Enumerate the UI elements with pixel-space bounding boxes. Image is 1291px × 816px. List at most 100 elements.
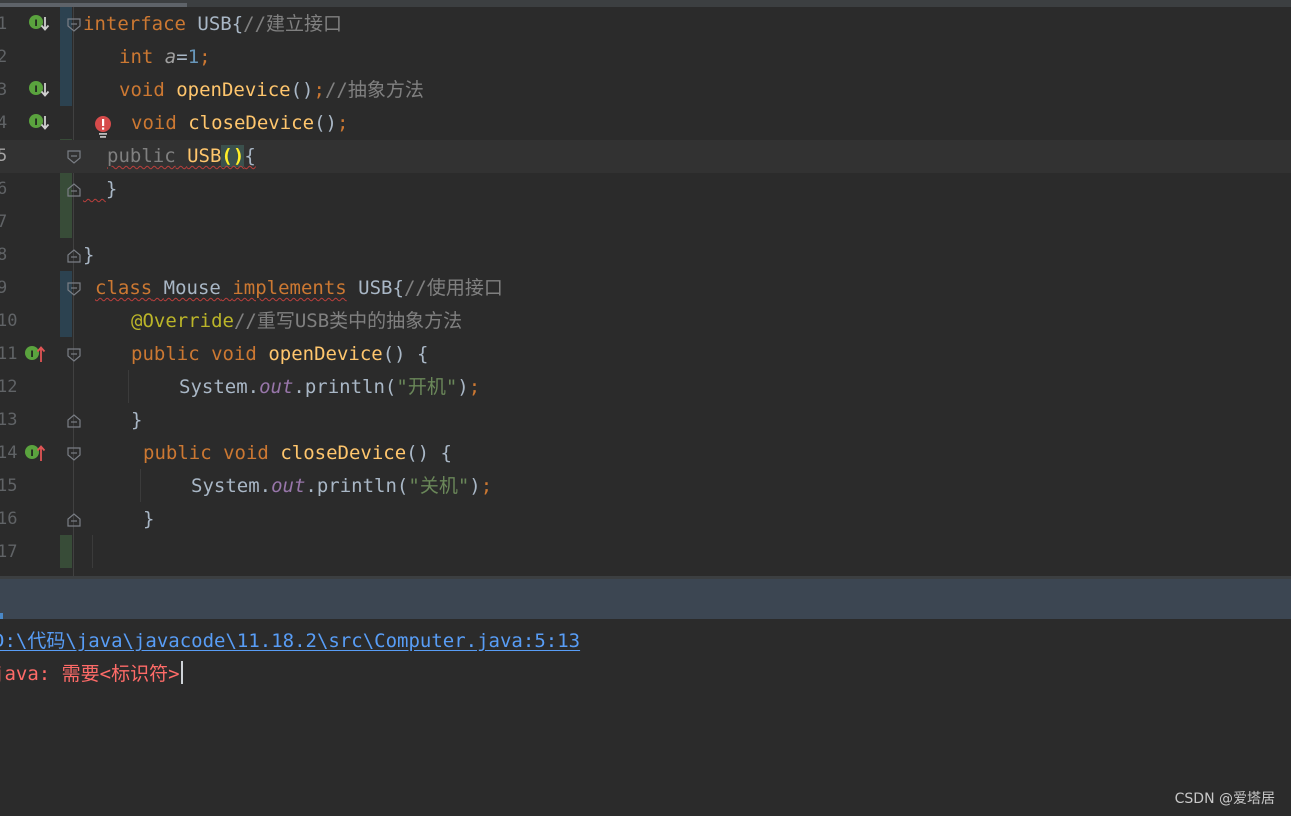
semicolon: ;: [199, 46, 211, 68]
line-number: 15: [0, 476, 18, 496]
keyword: void: [211, 343, 257, 365]
line-number: 6: [0, 179, 8, 199]
code-line[interactable]: 8 }: [0, 239, 1291, 272]
keyword: int: [119, 46, 154, 68]
comment: //重写USB类中的抽象方法: [233, 310, 463, 332]
annotation: @Override: [131, 310, 234, 332]
implementation-down-icon[interactable]: I: [28, 14, 50, 36]
line-number: 12: [0, 377, 18, 397]
code-line[interactable]: 10 @Override//重写USB类中的抽象方法: [0, 305, 1291, 338]
operator: =: [176, 46, 188, 68]
code-line[interactable]: 13 }: [0, 404, 1291, 437]
method-call: .println(: [293, 376, 397, 398]
interface-name: USB: [358, 277, 393, 299]
fold-icon[interactable]: [67, 348, 81, 362]
paren-close: ): [469, 475, 481, 497]
fold-end-icon[interactable]: [67, 249, 81, 263]
build-output-panel[interactable]: D:\代码\java\javacode\11.18.2\src\Computer…: [0, 619, 1291, 816]
implemented-up-icon[interactable]: I: [24, 442, 46, 464]
keyword: implements: [232, 277, 347, 299]
svg-text:I: I: [34, 19, 37, 29]
code-line-current[interactable]: 5 public USB(){: [0, 140, 1291, 173]
line-number: 9: [0, 278, 8, 298]
method-call: .println(: [305, 475, 409, 497]
semicolon: ;: [480, 475, 493, 497]
identifier: USB: [185, 13, 232, 35]
fold-end-icon[interactable]: [67, 513, 81, 527]
static-field: out: [259, 376, 294, 398]
code-editor[interactable]: 1 I interface USB{//建立接口 2 int a=1; 3 I …: [0, 7, 1291, 576]
fold-icon[interactable]: [67, 282, 81, 296]
line-number: 13: [0, 410, 18, 430]
line-number: 11: [0, 344, 18, 364]
semicolon: ;: [313, 79, 325, 101]
implemented-up-icon[interactable]: I: [24, 343, 46, 365]
code-line[interactable]: 1 I interface USB{//建立接口: [0, 8, 1291, 41]
line-number: 10: [0, 311, 18, 331]
fold-icon[interactable]: [67, 150, 81, 164]
parens: (): [290, 79, 314, 101]
code-line[interactable]: 2 int a=1;: [0, 41, 1291, 74]
line-number: 7: [0, 212, 8, 232]
code-line[interactable]: 7: [0, 206, 1291, 239]
parens: (): [221, 145, 245, 167]
class-name: System: [179, 376, 248, 398]
line-number: 1: [0, 14, 8, 34]
brace: {: [392, 277, 404, 299]
fold-end-icon[interactable]: [67, 183, 81, 197]
semicolon: ;: [336, 112, 349, 134]
svg-text:I: I: [30, 350, 33, 360]
comment: //抽象方法: [324, 79, 424, 101]
keyword: public: [131, 343, 200, 365]
comment: //使用接口: [403, 277, 503, 299]
fold-icon[interactable]: [67, 447, 81, 461]
parens: (): [314, 112, 337, 134]
brace: }: [131, 409, 143, 431]
line-number: 14: [0, 443, 18, 463]
build-panel-header[interactable]: [0, 579, 1291, 619]
parens-brace: () {: [406, 442, 452, 464]
brace: }: [143, 508, 155, 530]
identifier: a: [164, 46, 177, 68]
code-line[interactable]: 15 System.out.println("关机");: [0, 470, 1291, 503]
identifier: USB: [187, 145, 222, 167]
fold-end-icon[interactable]: [67, 414, 81, 428]
brace: }: [83, 244, 95, 266]
keyword: void: [131, 112, 177, 134]
svg-text:I: I: [34, 85, 37, 95]
parens-brace: () {: [382, 343, 429, 365]
method-name: closeDevice: [188, 112, 315, 134]
text-caret: [180, 661, 183, 684]
keyword: public: [107, 145, 176, 167]
error-bulb-icon[interactable]: [94, 115, 112, 139]
keyword: interface: [83, 13, 186, 35]
code-line[interactable]: 9 class Mouse implements USB{//使用接口: [0, 272, 1291, 305]
keyword: class: [95, 277, 153, 299]
editor-tab-strip: [0, 0, 1291, 7]
code-line[interactable]: 16 }: [0, 503, 1291, 536]
paren-close: ): [457, 376, 469, 398]
fold-icon[interactable]: [67, 18, 81, 32]
code-line[interactable]: 3 I void openDevice();//抽象方法: [0, 74, 1291, 107]
svg-text:I: I: [34, 118, 37, 128]
keyword: void: [119, 79, 165, 101]
keyword: public: [143, 442, 212, 464]
watermark: CSDN @爱塔居: [1174, 791, 1275, 807]
code-line[interactable]: 12 System.out.println("开机");: [0, 371, 1291, 404]
code-line[interactable]: 14 I public void closeDevice() {: [0, 437, 1291, 470]
method-name: openDevice: [268, 343, 383, 365]
implementation-down-icon[interactable]: I: [28, 113, 50, 135]
number-literal: 1: [187, 46, 200, 68]
code-line[interactable]: 17: [0, 536, 1291, 569]
implementation-down-icon[interactable]: I: [28, 80, 50, 102]
error-location-link[interactable]: D:\代码\java\javacode\11.18.2\src\Computer…: [0, 626, 580, 653]
semicolon: ;: [468, 376, 481, 398]
error-message-text: java: 需要<标识符>: [0, 663, 180, 685]
code-line[interactable]: 6 }: [0, 173, 1291, 206]
code-line[interactable]: 11 I public void openDevice() {: [0, 338, 1291, 371]
code-line[interactable]: 4 I void closeDevice();: [0, 107, 1291, 140]
keyword: void: [223, 442, 269, 464]
method-name: openDevice: [176, 79, 291, 101]
line-number: 16: [0, 509, 18, 529]
brace: }: [105, 178, 118, 200]
